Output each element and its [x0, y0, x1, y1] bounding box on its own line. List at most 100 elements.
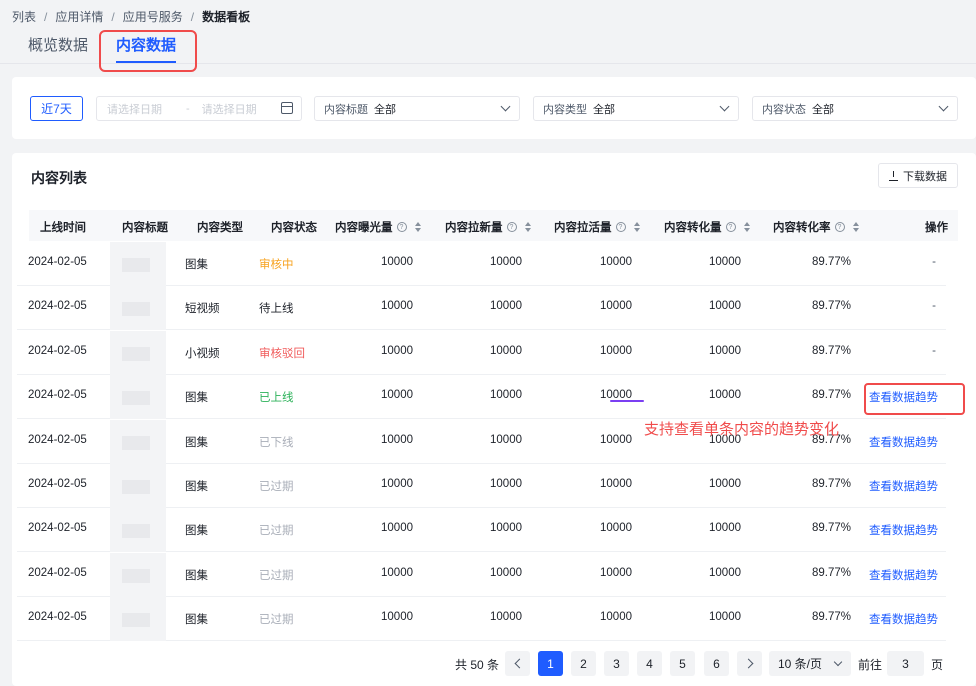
cell-conversions: 10000	[709, 300, 741, 313]
col-new-users[interactable]: 内容拉新量?	[445, 219, 531, 235]
page-4-button[interactable]: 4	[637, 651, 662, 676]
content-type-select[interactable]: 内容类型 全部	[533, 96, 739, 121]
breadcrumb-separator: /	[111, 9, 115, 24]
help-icon[interactable]: ?	[396, 222, 407, 232]
sort-icon[interactable]	[852, 222, 859, 232]
cell-conversion-rate: 89.77%	[811, 566, 851, 579]
cell-conversion-rate: 89.77%	[811, 300, 851, 313]
calendar-icon[interactable]	[281, 102, 293, 114]
cell-conversion-rate: 89.77%	[811, 389, 851, 402]
cell-conversion-rate: 89.77%	[811, 478, 851, 490]
cell-new-users: 10000	[490, 522, 522, 535]
col-conversions[interactable]: 内容转化量?	[664, 219, 750, 235]
help-icon[interactable]: ?	[725, 222, 736, 232]
prev-page-button[interactable]	[505, 651, 530, 676]
cell-content-type: 小视频	[185, 347, 220, 360]
page-3-button[interactable]: 3	[604, 651, 629, 676]
cell-title-thumbnail[interactable]	[110, 508, 166, 553]
cell-conversion-rate: 89.77%	[811, 344, 851, 357]
cell-status-badge: 已上线	[259, 392, 294, 405]
cell-reactivation: 10000	[600, 522, 632, 535]
table-row: 2024-02-05 图集 审核中 10000 10000 10000 10000 89.77…	[17, 242, 946, 286]
view-trend-link[interactable]: 查看数据趋势	[869, 478, 938, 494]
col-exposure[interactable]: 内容曝光量?	[335, 219, 421, 235]
cell-conversion-rate: 89.77%	[811, 256, 851, 268]
sort-icon[interactable]	[633, 222, 640, 232]
cell-title-thumbnail[interactable]	[110, 375, 166, 420]
cell-reactivation: 10000	[600, 611, 632, 624]
cell-conversions: 10000	[709, 478, 741, 490]
content-status-select[interactable]: 内容状态 全部	[752, 96, 958, 121]
date-range-picker[interactable]: 请选择日期 - 请选择日期	[96, 96, 302, 121]
cell-online-time: 2024-02-05	[28, 522, 87, 535]
annotation-note: 支持查看单条内容的趋势变化	[644, 421, 840, 438]
cell-reactivation: 10000	[600, 566, 632, 579]
cell-title-thumbnail[interactable]	[110, 464, 166, 508]
view-trend-link[interactable]: 查看数据趋势	[869, 389, 938, 405]
breadcrumb-item-current: 数据看板	[202, 10, 251, 24]
cell-conversions: 10000	[709, 344, 741, 357]
cell-status-badge: 已过期	[259, 525, 294, 538]
download-data-button[interactable]: 下载数据	[878, 163, 958, 188]
pagination-total: 共 50 条	[455, 657, 500, 672]
breadcrumb-item-app-service[interactable]: 应用号服务	[123, 8, 183, 25]
col-content-type: 内容类型	[197, 222, 243, 234]
help-icon[interactable]: ?	[615, 222, 626, 232]
filter-panel: 近7天 请选择日期 - 请选择日期 内容标题 全部 内容类型 全部 内容状态 全…	[12, 77, 976, 139]
breadcrumb-item-list[interactable]: 列表	[12, 8, 36, 25]
date-range-separator: -	[186, 102, 190, 115]
table-row: 2024-02-05 短视频 待上线 10000 10000 10000 10000 89.7…	[17, 286, 946, 331]
goto-page-input[interactable]: 3	[887, 651, 924, 676]
cell-content-type: 短视频	[185, 303, 220, 316]
page-2-button[interactable]: 2	[571, 651, 596, 676]
page-size-select[interactable]: 10 条/页	[769, 651, 851, 676]
cell-title-thumbnail[interactable]	[110, 419, 166, 464]
cell-title-thumbnail[interactable]	[110, 242, 166, 286]
cell-content-type: 图集	[185, 525, 208, 538]
date-end-placeholder[interactable]: 请选择日期	[202, 101, 257, 117]
cell-content-type: 图集	[185, 481, 208, 493]
cell-online-time: 2024-02-05	[28, 344, 87, 357]
table-row: 2024-02-05 图集 已过期 10000 10000 10000 10000 89.77…	[17, 597, 946, 642]
table-row: 2024-02-05 图集 已上线 10000 10000 10000 10000 89.77…	[17, 375, 946, 420]
tab-overview[interactable]: 概览数据	[28, 34, 88, 55]
view-trend-link[interactable]: 查看数据趋势	[869, 434, 938, 450]
cell-exposure: 10000	[381, 389, 413, 402]
cell-title-thumbnail[interactable]	[110, 552, 166, 597]
download-label: 下载数据	[903, 170, 947, 183]
cell-title-thumbnail[interactable]	[110, 286, 166, 331]
cell-conversions: 10000	[709, 566, 741, 579]
view-trend-link[interactable]: 查看数据趋势	[869, 522, 938, 538]
cell-title-thumbnail[interactable]	[110, 597, 166, 642]
page-1-button[interactable]: 1	[538, 651, 563, 676]
cell-no-action: -	[932, 344, 936, 357]
sort-icon[interactable]	[524, 222, 531, 232]
goto-label: 前往	[858, 658, 883, 672]
cell-status-badge: 已过期	[259, 481, 294, 493]
col-reactivation[interactable]: 内容拉活量?	[554, 219, 640, 235]
date-start-placeholder[interactable]: 请选择日期	[107, 101, 162, 117]
view-trend-link[interactable]: 查看数据趋势	[869, 611, 938, 627]
col-conversion-rate[interactable]: 内容转化率?	[773, 219, 859, 235]
sort-icon[interactable]	[743, 222, 750, 232]
help-icon[interactable]: ?	[834, 222, 845, 232]
last-7-days-button[interactable]: 近7天	[30, 96, 83, 121]
content-title-select[interactable]: 内容标题 全部	[314, 96, 520, 121]
view-trend-link[interactable]: 查看数据趋势	[869, 567, 938, 583]
page-6-button[interactable]: 6	[704, 651, 729, 676]
breadcrumb-item-app-detail[interactable]: 应用详情	[55, 8, 103, 25]
next-page-button[interactable]	[737, 651, 762, 676]
cell-title-thumbnail[interactable]	[110, 330, 166, 375]
breadcrumb-separator: /	[190, 9, 195, 24]
cell-status-badge: 待上线	[259, 303, 294, 316]
help-icon[interactable]: ?	[506, 222, 517, 232]
col-actions: 操作	[925, 222, 948, 234]
cell-exposure: 10000	[381, 256, 413, 268]
page-5-button[interactable]: 5	[670, 651, 695, 676]
cell-new-users: 10000	[490, 611, 522, 624]
cell-exposure: 10000	[381, 566, 413, 579]
tab-content[interactable]: 内容数据	[116, 34, 177, 63]
sort-icon[interactable]	[414, 222, 421, 232]
cell-online-time: 2024-02-05	[28, 566, 87, 579]
table-row: 2024-02-05 图集 已过期 10000 10000 10000 10000 89.77…	[17, 464, 946, 508]
